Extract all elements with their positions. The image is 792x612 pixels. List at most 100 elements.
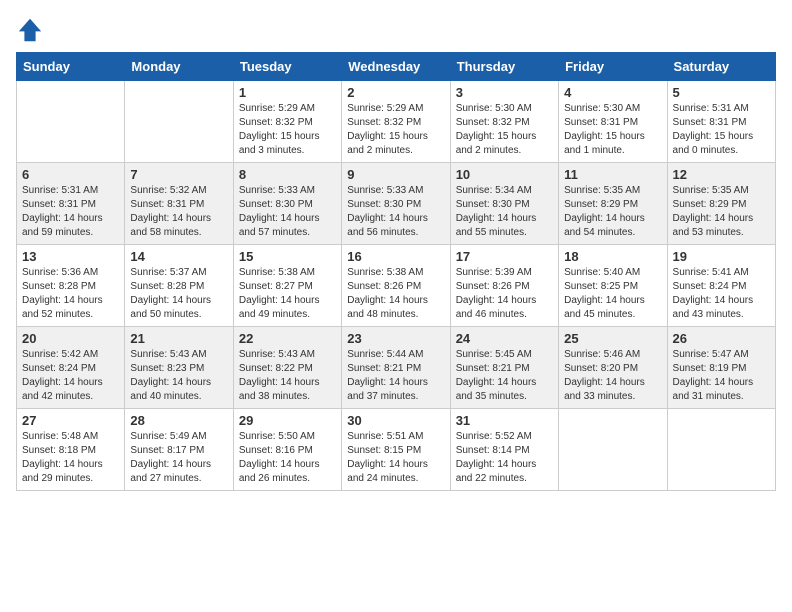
day-number: 22 [239,331,336,346]
day-info: Sunrise: 5:33 AMSunset: 8:30 PMDaylight:… [239,184,336,240]
day-number: 8 [239,167,336,182]
day-info: Sunrise: 5:40 AMSunset: 8:25 PMDaylight:… [564,266,661,322]
day-info: Sunrise: 5:49 AMSunset: 8:17 PMDaylight:… [130,430,227,486]
day-number: 23 [347,331,444,346]
calendar-cell: 3 Sunrise: 5:30 AMSunset: 8:32 PMDaylight… [450,81,558,163]
calendar-cell: 27Sunrise: 5:48 AMSunset: 8:18 PMDayligh… [17,409,125,491]
day-number: 17 [456,249,553,264]
day-number: 9 [347,167,444,182]
calendar-cell: 10 Sunrise: 5:34 AMSunset: 8:30 PMDayligh… [450,163,558,245]
calendar-cell: 28Sunrise: 5:49 AMSunset: 8:17 PMDayligh… [125,409,233,491]
day-info: Sunrise: 5:29 AMSunset: 8:32 PMDaylight:… [347,102,444,158]
day-info: Sunrise: 5:30 AMSunset: 8:31 PMDaylight:… [564,102,661,158]
day-info: Sunrise: 5:35 AMSunset: 8:29 PMDaylight:… [564,184,661,240]
weekday-header: Saturday [667,53,775,81]
calendar-table: SundayMondayTuesdayWednesdayThursdayFrid… [16,52,776,491]
day-info: Sunrise: 5:52 AMSunset: 8:14 PMDaylight:… [456,430,553,486]
calendar-week-row: 6 Sunrise: 5:31 AMSunset: 8:31 PMDaylight… [17,163,776,245]
day-number: 1 [239,85,336,100]
day-info: Sunrise: 5:35 AMSunset: 8:29 PMDaylight:… [673,184,770,240]
day-info: Sunrise: 5:39 AMSunset: 8:26 PMDaylight:… [456,266,553,322]
day-number: 4 [564,85,661,100]
weekday-header: Thursday [450,53,558,81]
day-info: Sunrise: 5:36 AMSunset: 8:28 PMDaylight:… [22,266,119,322]
weekday-header: Sunday [17,53,125,81]
day-number: 19 [673,249,770,264]
calendar-cell: 21Sunrise: 5:43 AMSunset: 8:23 PMDayligh… [125,327,233,409]
calendar-cell: 6 Sunrise: 5:31 AMSunset: 8:31 PMDaylight… [17,163,125,245]
calendar-week-row: 13 Sunrise: 5:36 AMSunset: 8:28 PMDayligh… [17,245,776,327]
calendar-cell: 1 Sunrise: 5:29 AMSunset: 8:32 PMDaylight… [233,81,341,163]
calendar-cell: 26Sunrise: 5:47 AMSunset: 8:19 PMDayligh… [667,327,775,409]
day-number: 6 [22,167,119,182]
day-info: Sunrise: 5:30 AMSunset: 8:32 PMDaylight:… [456,102,553,158]
day-number: 5 [673,85,770,100]
calendar-cell: 22 Sunrise: 5:43 AMSunset: 8:22 PMDayligh… [233,327,341,409]
calendar-week-row: 27Sunrise: 5:48 AMSunset: 8:18 PMDayligh… [17,409,776,491]
day-number: 10 [456,167,553,182]
calendar-cell [125,81,233,163]
day-number: 12 [673,167,770,182]
weekday-header: Friday [559,53,667,81]
day-number: 31 [456,413,553,428]
page-header [16,16,776,44]
day-info: Sunrise: 5:47 AMSunset: 8:19 PMDaylight:… [673,348,770,404]
day-info: Sunrise: 5:34 AMSunset: 8:30 PMDaylight:… [456,184,553,240]
calendar-cell [17,81,125,163]
day-info: Sunrise: 5:32 AMSunset: 8:31 PMDaylight:… [130,184,227,240]
calendar-cell: 4 Sunrise: 5:30 AMSunset: 8:31 PMDaylight… [559,81,667,163]
day-number: 2 [347,85,444,100]
calendar-cell: 16 Sunrise: 5:38 AMSunset: 8:26 PMDayligh… [342,245,450,327]
calendar-cell [667,409,775,491]
day-info: Sunrise: 5:44 AMSunset: 8:21 PMDaylight:… [347,348,444,404]
calendar-cell: 29 Sunrise: 5:50 AMSunset: 8:16 PMDayligh… [233,409,341,491]
calendar-cell: 2 Sunrise: 5:29 AMSunset: 8:32 PMDaylight… [342,81,450,163]
day-info: Sunrise: 5:46 AMSunset: 8:20 PMDaylight:… [564,348,661,404]
day-number: 7 [130,167,227,182]
day-info: Sunrise: 5:31 AMSunset: 8:31 PMDaylight:… [22,184,119,240]
calendar-cell: 9 Sunrise: 5:33 AMSunset: 8:30 PMDaylight… [342,163,450,245]
day-info: Sunrise: 5:33 AMSunset: 8:30 PMDaylight:… [347,184,444,240]
day-info: Sunrise: 5:43 AMSunset: 8:22 PMDaylight:… [239,348,336,404]
calendar-cell: 19 Sunrise: 5:41 AMSunset: 8:24 PMDayligh… [667,245,775,327]
day-info: Sunrise: 5:45 AMSunset: 8:21 PMDaylight:… [456,348,553,404]
day-number: 16 [347,249,444,264]
day-info: Sunrise: 5:42 AMSunset: 8:24 PMDaylight:… [22,348,119,404]
logo-icon [16,16,44,44]
calendar-cell: 24 Sunrise: 5:45 AMSunset: 8:21 PMDayligh… [450,327,558,409]
day-info: Sunrise: 5:31 AMSunset: 8:31 PMDaylight:… [673,102,770,158]
calendar-cell: 15Sunrise: 5:38 AMSunset: 8:27 PMDayligh… [233,245,341,327]
day-info: Sunrise: 5:50 AMSunset: 8:16 PMDaylight:… [239,430,336,486]
calendar-cell: 14 Sunrise: 5:37 AMSunset: 8:28 PMDayligh… [125,245,233,327]
day-number: 3 [456,85,553,100]
day-info: Sunrise: 5:37 AMSunset: 8:28 PMDaylight:… [130,266,227,322]
calendar-cell: 20Sunrise: 5:42 AMSunset: 8:24 PMDayligh… [17,327,125,409]
day-info: Sunrise: 5:29 AMSunset: 8:32 PMDaylight:… [239,102,336,158]
day-number: 27 [22,413,119,428]
weekday-header: Tuesday [233,53,341,81]
day-number: 13 [22,249,119,264]
day-number: 14 [130,249,227,264]
calendar-cell: 8 Sunrise: 5:33 AMSunset: 8:30 PMDaylight… [233,163,341,245]
calendar-cell: 5 Sunrise: 5:31 AMSunset: 8:31 PMDaylight… [667,81,775,163]
day-number: 18 [564,249,661,264]
calendar-cell: 23 Sunrise: 5:44 AMSunset: 8:21 PMDayligh… [342,327,450,409]
calendar-week-row: 20Sunrise: 5:42 AMSunset: 8:24 PMDayligh… [17,327,776,409]
calendar-cell: 30Sunrise: 5:51 AMSunset: 8:15 PMDayligh… [342,409,450,491]
calendar-cell [559,409,667,491]
day-number: 11 [564,167,661,182]
calendar-cell: 25Sunrise: 5:46 AMSunset: 8:20 PMDayligh… [559,327,667,409]
day-number: 29 [239,413,336,428]
calendar-cell: 31 Sunrise: 5:52 AMSunset: 8:14 PMDayligh… [450,409,558,491]
day-info: Sunrise: 5:51 AMSunset: 8:15 PMDaylight:… [347,430,444,486]
calendar-cell: 12 Sunrise: 5:35 AMSunset: 8:29 PMDayligh… [667,163,775,245]
weekday-header: Wednesday [342,53,450,81]
calendar-cell: 7 Sunrise: 5:32 AMSunset: 8:31 PMDaylight… [125,163,233,245]
day-info: Sunrise: 5:38 AMSunset: 8:26 PMDaylight:… [347,266,444,322]
calendar-cell: 17 Sunrise: 5:39 AMSunset: 8:26 PMDayligh… [450,245,558,327]
calendar-cell: 18 Sunrise: 5:40 AMSunset: 8:25 PMDayligh… [559,245,667,327]
calendar-cell: 11 Sunrise: 5:35 AMSunset: 8:29 PMDayligh… [559,163,667,245]
day-info: Sunrise: 5:41 AMSunset: 8:24 PMDaylight:… [673,266,770,322]
day-number: 24 [456,331,553,346]
day-number: 15 [239,249,336,264]
